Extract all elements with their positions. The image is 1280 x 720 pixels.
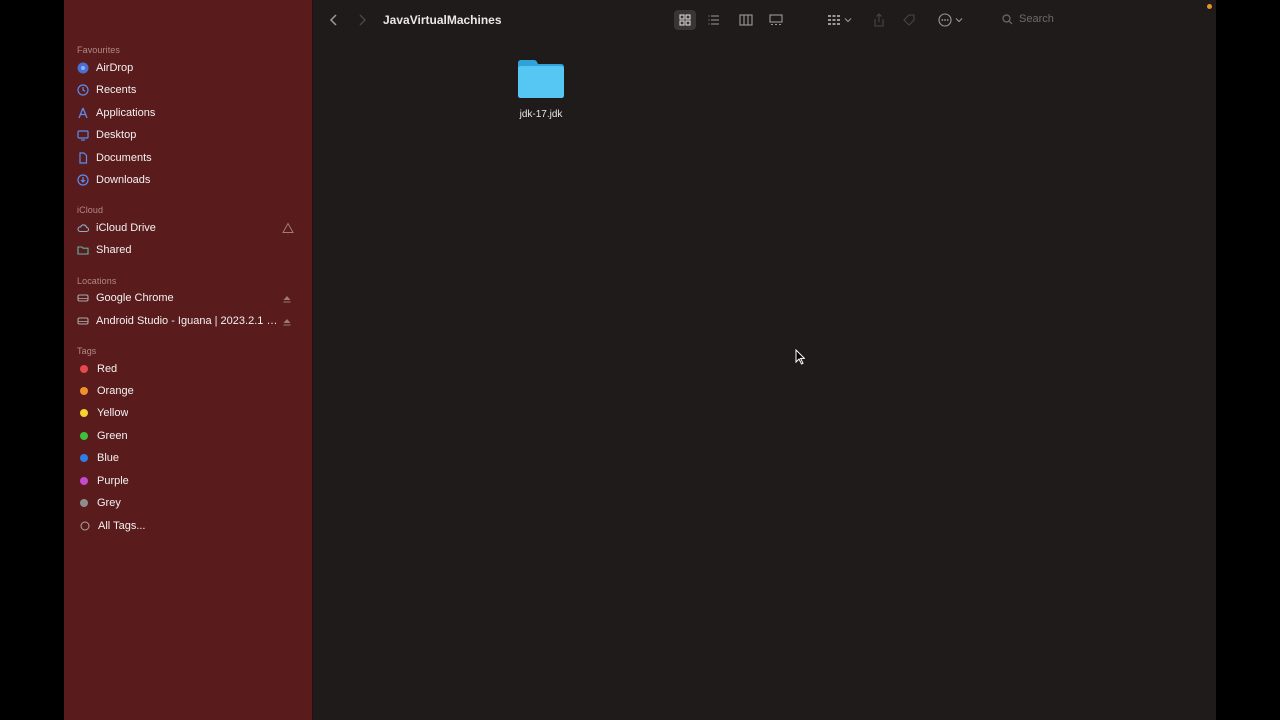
- sidebar-item-android-studio[interactable]: Android Studio - Iguana | 2023.2.1 P...: [76, 311, 302, 331]
- section-title-icloud: iCloud: [77, 205, 104, 215]
- sidebar-item-label: Purple: [97, 475, 129, 487]
- section-title-tags: Tags: [77, 346, 97, 356]
- chevron-down-icon: [955, 18, 962, 23]
- list-icon: [708, 15, 719, 25]
- sidebar-item-label: Blue: [97, 452, 120, 464]
- sidebar-item-label: iCloud Drive: [96, 222, 156, 234]
- search-icon: [1002, 13, 1013, 24]
- section-title-favourites: Favourites: [77, 45, 121, 55]
- file-item-jdk[interactable]: jdk-17.jdk: [508, 57, 574, 120]
- sidebar-item-label: Recents: [96, 84, 137, 96]
- sidebar-item-recents[interactable]: Recents: [76, 80, 302, 100]
- sidebar-item-label: Red: [97, 363, 118, 375]
- sidebar-item-icloud-drive[interactable]: iCloud Drive: [76, 218, 302, 238]
- tag-icon: [903, 14, 915, 26]
- tag-orange-dot-icon: [80, 387, 88, 395]
- sidebar-tag-orange[interactable]: Orange: [76, 381, 302, 401]
- column-view-button[interactable]: [736, 10, 756, 30]
- search-field[interactable]: Search: [1002, 13, 1054, 25]
- chevron-left-icon: [329, 14, 337, 26]
- sidebar-item-applications[interactable]: Applications: [76, 103, 302, 123]
- sidebar-item-google-chrome[interactable]: Google Chrome: [76, 288, 302, 308]
- tag-grey-dot-icon: [80, 499, 88, 507]
- sidebar-tag-grey[interactable]: Grey: [76, 493, 302, 513]
- forward-button[interactable]: [354, 10, 370, 30]
- drive-icon: [76, 291, 90, 305]
- gallery-view-button[interactable]: [766, 10, 786, 30]
- share-icon: [874, 13, 884, 27]
- more-actions-button[interactable]: [934, 10, 966, 30]
- tag-yellow-dot-icon: [80, 409, 88, 417]
- sidebar-item-label: Grey: [97, 497, 121, 509]
- eject-icon[interactable]: [282, 294, 292, 304]
- window-title: JavaVirtualMachines: [383, 13, 502, 27]
- airdrop-icon: [76, 61, 90, 75]
- tag-button[interactable]: [900, 10, 918, 30]
- sidebar: Favourites AirDrop Recents Applications …: [64, 0, 313, 720]
- file-browser-content: jdk-17.jdk: [313, 42, 1216, 720]
- search-placeholder: Search: [1019, 13, 1054, 25]
- back-button[interactable]: [326, 10, 342, 30]
- sidebar-item-label: Documents: [96, 152, 152, 164]
- sidebar-item-label: Orange: [97, 385, 134, 397]
- desktop-icon: [76, 128, 90, 142]
- sidebar-item-label: Green: [97, 430, 128, 442]
- sidebar-item-airdrop[interactable]: AirDrop: [76, 58, 302, 78]
- clock-icon: [76, 83, 90, 97]
- recording-indicator-icon: [1207, 4, 1212, 9]
- share-button[interactable]: [870, 10, 888, 30]
- drive-icon: [76, 314, 90, 328]
- toolbar: JavaVirtualMachines Search: [312, 0, 1216, 42]
- sidebar-item-label: Yellow: [97, 407, 129, 419]
- sidebar-item-label: All Tags...: [98, 520, 146, 532]
- sidebar-item-label: Shared: [96, 244, 132, 256]
- section-title-locations: Locations: [77, 276, 117, 286]
- ellipsis-circle-icon: [937, 13, 952, 27]
- download-icon: [76, 173, 90, 187]
- gallery-icon: [769, 14, 783, 26]
- group-by-button[interactable]: [824, 10, 854, 30]
- sidebar-item-label: Google Chrome: [96, 292, 174, 304]
- sidebar-tag-red[interactable]: Red: [76, 359, 302, 379]
- sidebar-tag-blue[interactable]: Blue: [76, 448, 302, 468]
- cloud-icon: [76, 221, 90, 235]
- group-icon: [827, 15, 840, 25]
- tag-green-dot-icon: [80, 432, 88, 440]
- sidebar-item-shared[interactable]: Shared: [76, 240, 302, 260]
- sidebar-item-label: Desktop: [96, 129, 137, 141]
- chevron-right-icon: [359, 14, 367, 26]
- sidebar-tag-purple[interactable]: Purple: [76, 471, 302, 491]
- tag-blue-dot-icon: [80, 454, 88, 462]
- grid-icon: [679, 14, 691, 26]
- sidebar-item-label: AirDrop: [96, 62, 134, 74]
- list-view-button[interactable]: [704, 10, 724, 30]
- warning-icon: [282, 222, 294, 234]
- shared-folder-icon: [76, 243, 90, 257]
- sidebar-item-downloads[interactable]: Downloads: [76, 170, 302, 190]
- sidebar-tag-green[interactable]: Green: [76, 426, 302, 446]
- sidebar-item-label: Android Studio - Iguana | 2023.2.1 P...: [96, 315, 280, 327]
- applications-icon: [76, 106, 90, 120]
- sidebar-item-documents[interactable]: Documents: [76, 148, 302, 168]
- columns-icon: [739, 14, 753, 26]
- document-icon: [76, 151, 90, 165]
- file-name: jdk-17.jdk: [519, 109, 563, 120]
- sidebar-item-label: Downloads: [96, 174, 151, 186]
- all-tags-icon: [78, 519, 92, 533]
- sidebar-item-desktop[interactable]: Desktop: [76, 125, 302, 145]
- eject-icon[interactable]: [282, 317, 292, 327]
- sidebar-tag-yellow[interactable]: Yellow: [76, 403, 302, 423]
- icon-view-button[interactable]: [674, 10, 696, 30]
- tag-purple-dot-icon: [80, 477, 88, 485]
- sidebar-item-label: Applications: [96, 107, 156, 119]
- sidebar-tag-all-tags[interactable]: All Tags...: [76, 516, 302, 536]
- tag-red-dot-icon: [80, 365, 88, 373]
- folder-icon: [518, 60, 564, 98]
- chevron-down-icon: [844, 18, 851, 23]
- finder-window: Favourites AirDrop Recents Applications …: [64, 0, 1216, 720]
- mouse-cursor-icon: [795, 349, 805, 365]
